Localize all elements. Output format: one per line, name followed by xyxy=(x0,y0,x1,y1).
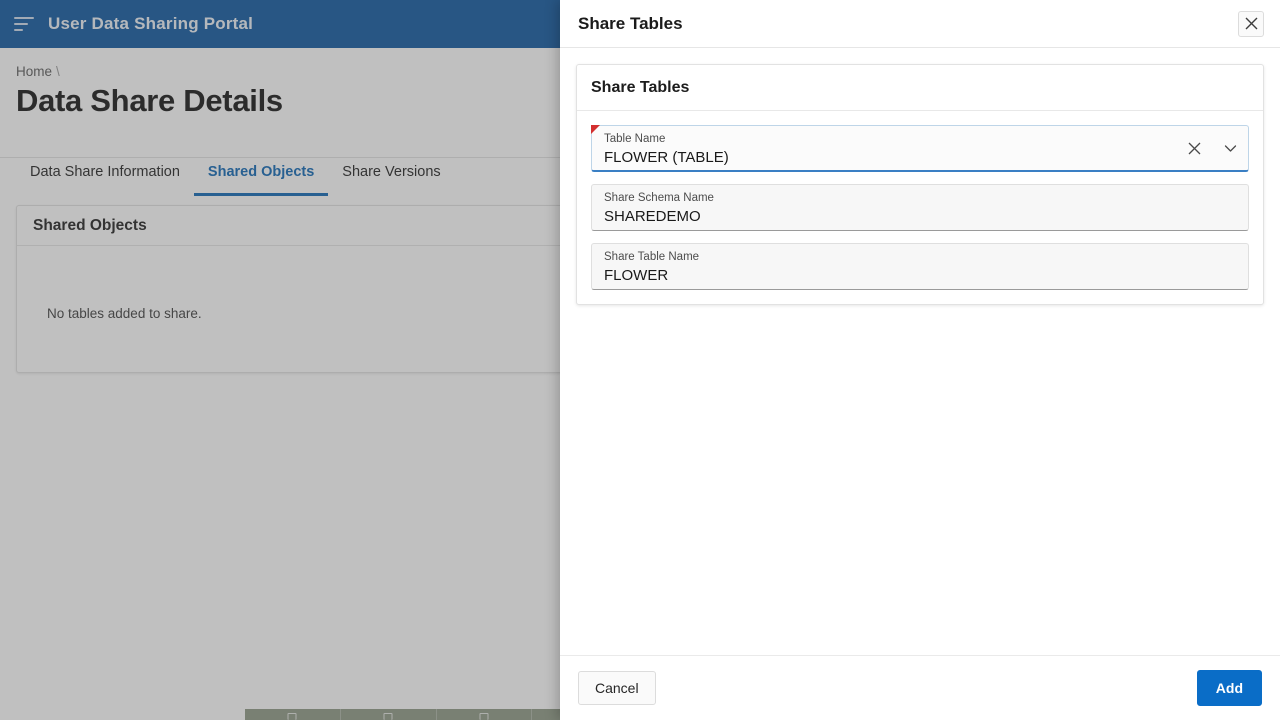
dialog-header: Share Tables xyxy=(560,0,1280,48)
share-tables-dialog: Share Tables Share Tables Table Name FLO… xyxy=(560,0,1280,720)
table-name-field-actions xyxy=(1177,126,1248,170)
share-table-name-value: FLOWER xyxy=(604,267,669,284)
table-name-field[interactable]: Table Name FLOWER (TABLE) xyxy=(591,125,1249,172)
share-table-name-label: Share Table Name xyxy=(604,251,700,263)
dialog-footer: Cancel Add xyxy=(560,655,1280,720)
table-name-value: FLOWER (TABLE) xyxy=(604,149,729,166)
form-card-body: Table Name FLOWER (TABLE) Share Schema N… xyxy=(577,111,1263,304)
table-name-label: Table Name xyxy=(604,133,666,145)
share-schema-name-field[interactable]: Share Schema Name SHAREDEMO xyxy=(591,184,1249,231)
table-name-field-inner: Table Name FLOWER (TABLE) xyxy=(592,126,1177,170)
add-button[interactable]: Add xyxy=(1196,670,1262,706)
chevron-down-icon[interactable] xyxy=(1212,126,1248,170)
clear-icon[interactable] xyxy=(1177,126,1211,170)
dialog-title: Share Tables xyxy=(578,13,683,33)
share-schema-name-value: SHAREDEMO xyxy=(604,208,701,225)
form-card-title: Share Tables xyxy=(577,65,1263,111)
share-table-name-field[interactable]: Share Table Name FLOWER xyxy=(591,243,1249,290)
share-schema-name-label: Share Schema Name xyxy=(604,192,714,204)
share-tables-form-card: Share Tables Table Name FLOWER (TABLE) S… xyxy=(576,64,1264,305)
close-icon[interactable] xyxy=(1238,10,1264,37)
required-indicator-icon xyxy=(591,125,600,134)
cancel-button[interactable]: Cancel xyxy=(578,671,656,705)
dialog-body: Share Tables Table Name FLOWER (TABLE) S… xyxy=(560,48,1280,655)
